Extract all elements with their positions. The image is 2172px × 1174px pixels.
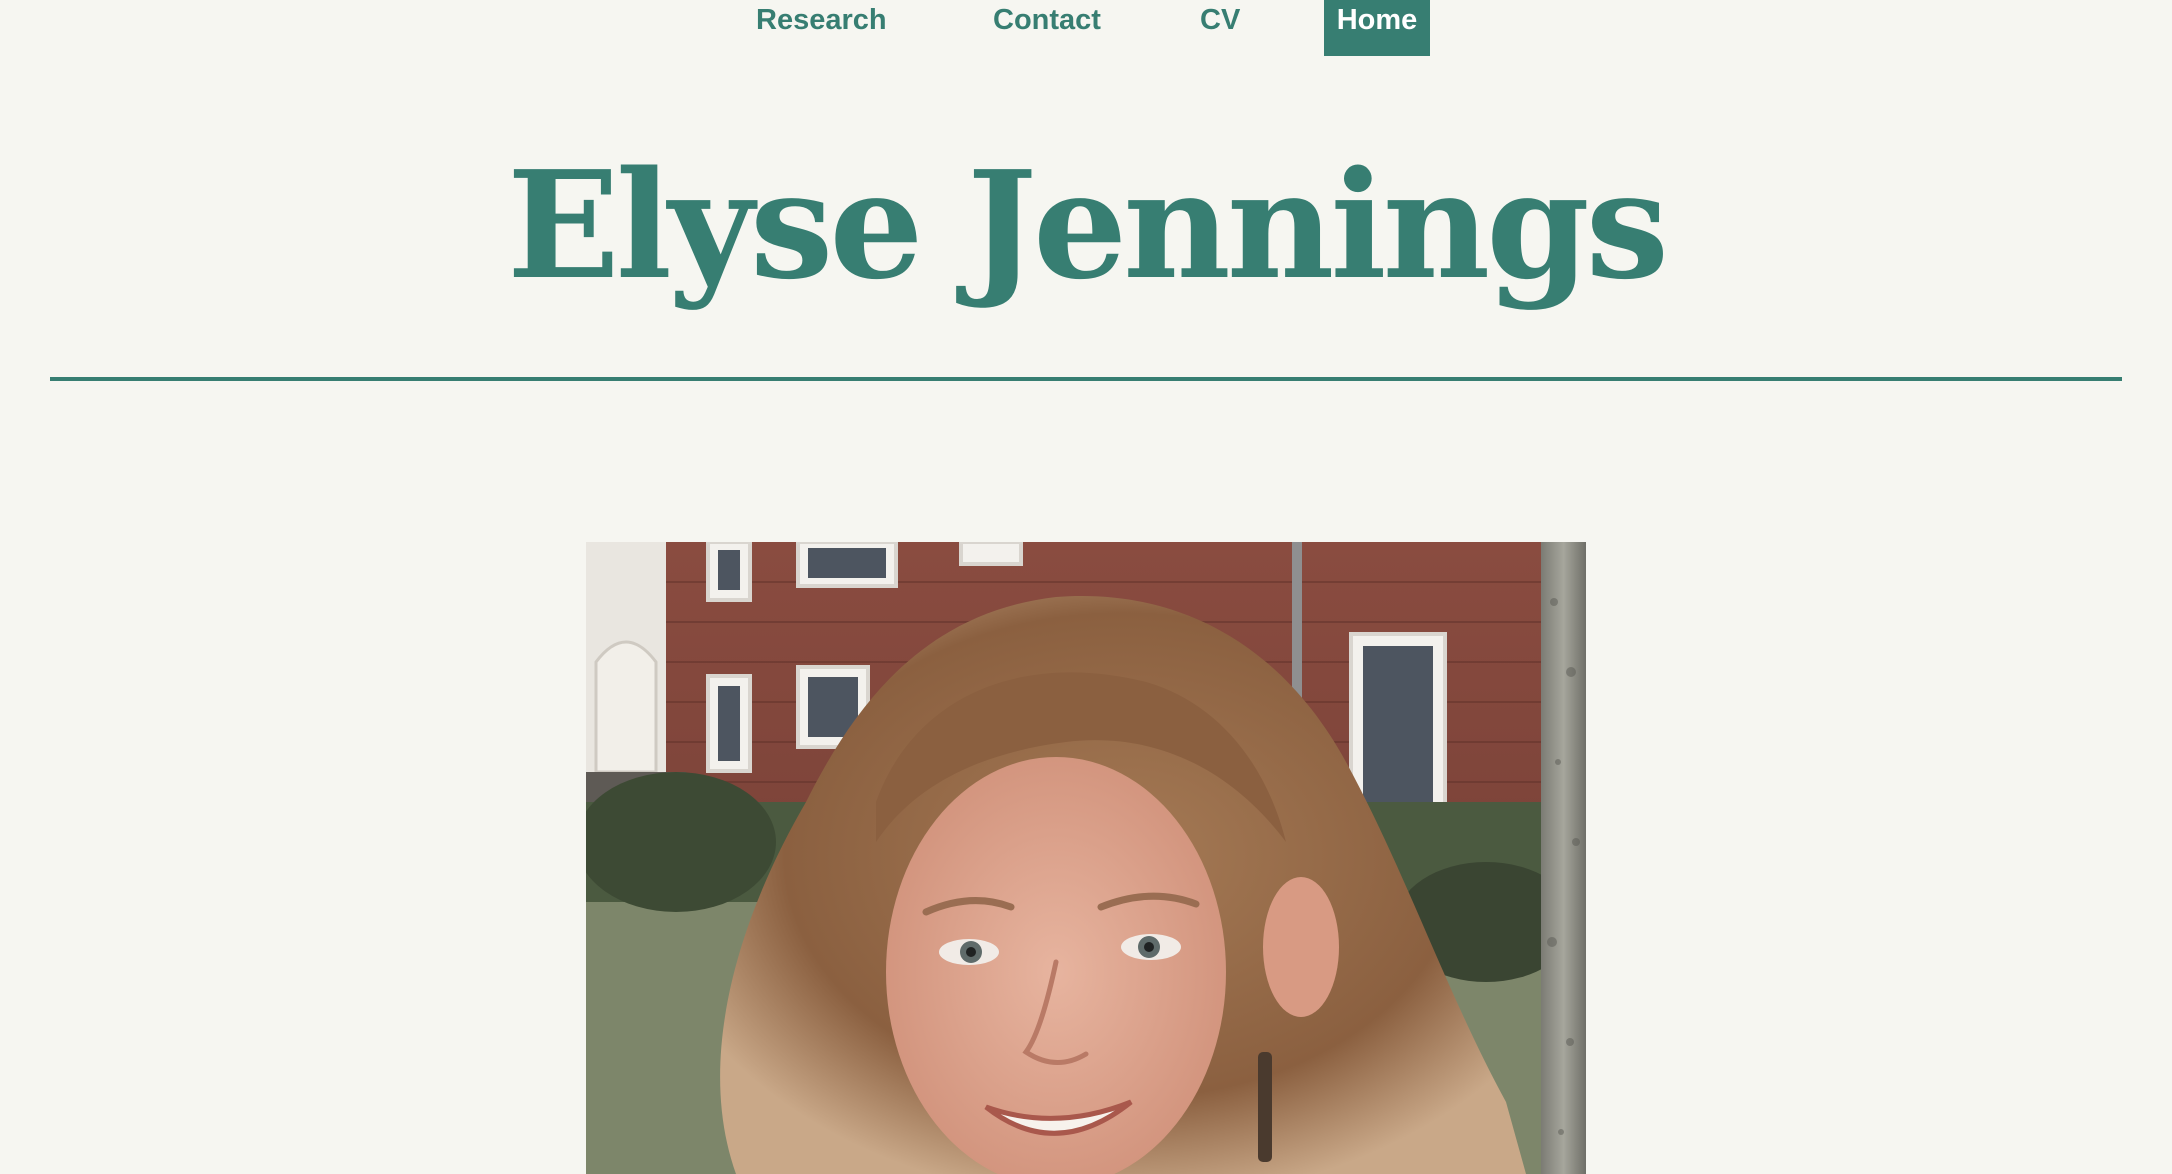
top-nav: Research Contact CV Home bbox=[0, 0, 2172, 56]
page: Research Contact CV Home Elyse Jennings bbox=[0, 0, 2172, 1174]
nav-contact-link[interactable]: Contact bbox=[993, 0, 1101, 56]
site-title: Elyse Jennings bbox=[506, 138, 1669, 312]
nav-research-link[interactable]: Research bbox=[756, 0, 887, 56]
nav-cv-link[interactable]: CV bbox=[1200, 0, 1240, 56]
profile-photo bbox=[586, 542, 1586, 1174]
nav-home-link[interactable]: Home bbox=[1324, 0, 1430, 56]
header-divider bbox=[50, 377, 2122, 381]
